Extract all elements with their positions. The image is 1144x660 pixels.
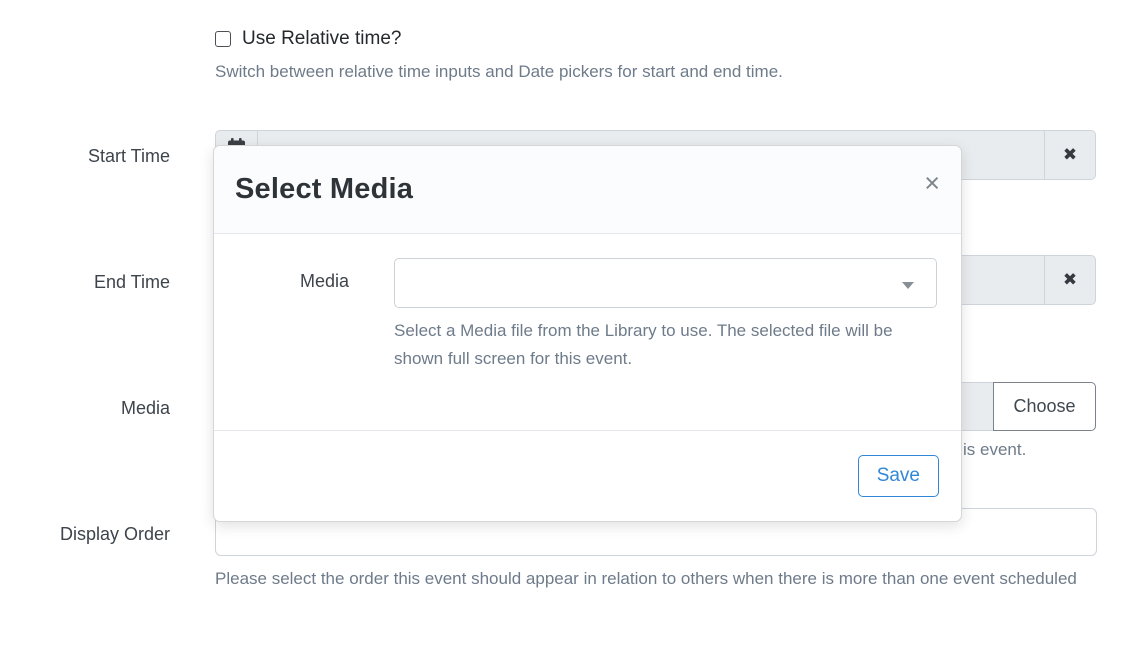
end-time-label: End Time [0, 272, 170, 293]
modal-header: Select Media × [214, 146, 961, 234]
save-button[interactable]: Save [858, 455, 939, 497]
clear-x-icon: ✖ [1063, 145, 1077, 165]
start-time-clear-button[interactable]: ✖ [1044, 130, 1096, 180]
display-order-help-text: Please select the order this event shoul… [215, 565, 1105, 593]
relative-time-help-text: Switch between relative time inputs and … [215, 62, 783, 82]
modal-close-icon[interactable]: × [924, 170, 940, 197]
use-relative-time-label: Use Relative time? [242, 28, 401, 50]
clear-x-icon: ✖ [1063, 270, 1077, 290]
modal-title: Select Media [235, 173, 413, 206]
use-relative-time-row: Use Relative time? [215, 28, 401, 50]
choose-button-label: Choose [1013, 396, 1075, 417]
modal-media-help-text: Select a Media file from the Library to … [394, 317, 946, 373]
modal-footer: Save [214, 430, 961, 521]
modal-media-label: Media [234, 258, 394, 308]
end-time-clear-button[interactable]: ✖ [1044, 255, 1096, 305]
chevron-down-icon [902, 282, 914, 289]
modal-body: Media Select a Media file from the Libra… [214, 234, 961, 430]
event-edit-page: Use Relative time? Switch between relati… [0, 0, 1144, 660]
media-select-dropdown[interactable] [394, 258, 937, 308]
select-media-modal: Select Media × Media Select a Media file… [213, 145, 962, 522]
display-order-label: Display Order [0, 524, 170, 545]
modal-media-row: Media [234, 258, 941, 308]
start-time-label: Start Time [0, 146, 170, 167]
media-label: Media [0, 398, 170, 419]
media-choose-button[interactable]: Choose [993, 382, 1096, 431]
media-help-text-fragment: is event. [963, 440, 1026, 460]
use-relative-time-checkbox[interactable] [215, 31, 231, 47]
